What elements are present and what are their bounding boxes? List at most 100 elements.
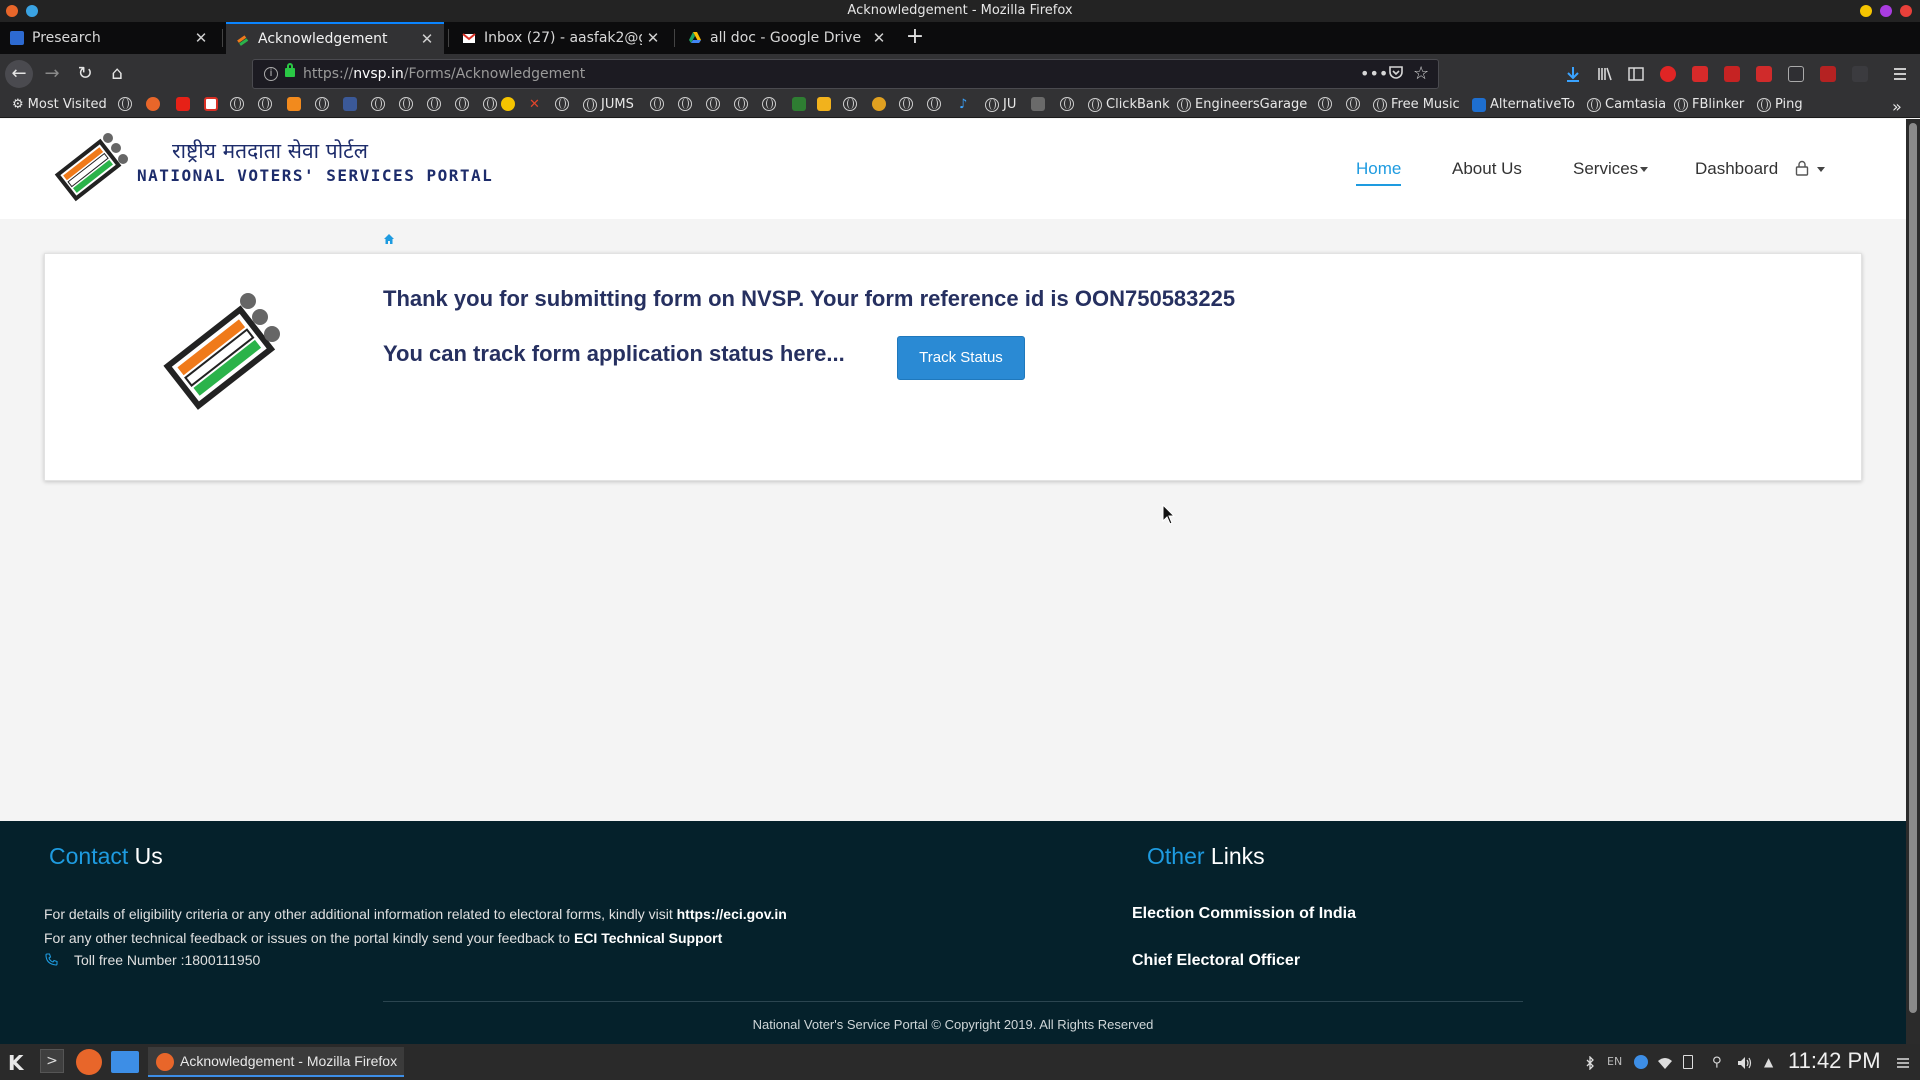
wifi-icon[interactable]: [1657, 1055, 1672, 1069]
paperclip-icon[interactable]: ⚲: [1712, 1055, 1726, 1070]
file-manager-icon[interactable]: [111, 1051, 139, 1073]
bookmark-globe[interactable]: [1060, 97, 1078, 111]
bookmark-globe[interactable]: [455, 97, 473, 111]
page-scrollbar[interactable]: [1906, 119, 1920, 1044]
maximize-button[interactable]: [1880, 5, 1892, 17]
clock[interactable]: 11:42 PM: [1788, 1048, 1881, 1074]
extension-pen-icon[interactable]: [1692, 66, 1708, 82]
bookmark-ju[interactable]: JU: [985, 97, 1016, 112]
keyboard-layout-indicator[interactable]: EN: [1607, 1055, 1622, 1068]
tab-acknowledgement[interactable]: Acknowledgement ✕: [226, 22, 444, 54]
page-actions-icon[interactable]: •••: [1360, 64, 1388, 83]
bookmark-globe[interactable]: [427, 97, 445, 111]
bookmark-globe[interactable]: [762, 97, 780, 111]
extension-red-icon[interactable]: [1660, 66, 1676, 82]
url-text[interactable]: https://nvsp.in/Forms/Acknowledgement: [303, 66, 585, 82]
bookmark-globe[interactable]: [483, 97, 501, 111]
bookmark-globe[interactable]: [843, 97, 861, 111]
address-bar[interactable]: i https://nvsp.in/Forms/Acknowledgement …: [252, 59, 1439, 89]
bookmark-globe[interactable]: [230, 97, 248, 111]
bookmark-colorful[interactable]: [872, 97, 890, 111]
close-tab-icon[interactable]: ✕: [416, 30, 438, 48]
tab-google-drive[interactable]: all doc - Google Drive ✕: [678, 22, 896, 54]
user-menu-chevron-icon[interactable]: [1817, 167, 1825, 172]
nav-about-us[interactable]: About Us: [1452, 159, 1522, 179]
pocket-icon[interactable]: [1388, 64, 1404, 84]
bookmark-emoji[interactable]: [501, 97, 519, 111]
eci-technical-support-link[interactable]: ECI Technical Support: [574, 930, 722, 946]
bookmark-free-music[interactable]: Free Music: [1373, 97, 1460, 112]
bookmark-firefox[interactable]: [146, 97, 164, 111]
battery-icon[interactable]: [1683, 1055, 1693, 1069]
bookmark-globe[interactable]: [706, 97, 724, 111]
bookmark-c[interactable]: [287, 97, 305, 111]
downloads-icon[interactable]: [1565, 66, 1581, 82]
nav-services[interactable]: Services: [1573, 159, 1649, 179]
bookmark-gmail[interactable]: [204, 97, 222, 111]
bookmark-jums[interactable]: JUMS: [583, 97, 634, 112]
bookmark-camtasia[interactable]: Camtasia: [1587, 97, 1666, 112]
tray-expand-icon[interactable]: ▲: [1764, 1055, 1778, 1069]
bookmark-globe[interactable]: [315, 97, 333, 111]
bookmark-engineersgarage[interactable]: EngineersGarage: [1177, 97, 1307, 112]
bookmark-globe[interactable]: [1318, 97, 1336, 111]
forward-button[interactable]: →: [38, 60, 66, 88]
bookmark-facebook[interactable]: [343, 97, 361, 111]
bookmark-ping[interactable]: Ping: [1757, 97, 1803, 112]
election-commission-link[interactable]: Election Commission of India: [1132, 905, 1356, 923]
library-icon[interactable]: [1597, 66, 1613, 82]
terminal-icon[interactable]: >: [40, 1049, 64, 1073]
back-button[interactable]: ←: [5, 60, 33, 88]
flash-extension-icon[interactable]: [1756, 66, 1772, 82]
bookmark-globe[interactable]: [371, 97, 389, 111]
bookmark-globe[interactable]: [118, 97, 136, 111]
bookmark-globe[interactable]: [1346, 97, 1364, 111]
eci-website-link[interactable]: https://eci.gov.in: [677, 906, 787, 922]
nav-dashboard[interactable]: Dashboard: [1695, 159, 1778, 179]
adblock-plus-icon[interactable]: [1724, 66, 1740, 82]
bluetooth-icon[interactable]: [1583, 1055, 1597, 1071]
bookmark-globe[interactable]: [899, 97, 917, 111]
accessibility-icon[interactable]: [1634, 1055, 1648, 1069]
extension-tool-icon[interactable]: [1788, 66, 1804, 82]
bookmark-grid[interactable]: [1031, 97, 1049, 111]
site-info-icon[interactable]: i: [264, 67, 278, 81]
bookmark-music[interactable]: ♪: [959, 97, 971, 112]
sidebar-icon[interactable]: [1628, 66, 1644, 82]
application-launcher-icon[interactable]: K: [8, 1051, 24, 1075]
bookmark-globe[interactable]: [258, 97, 276, 111]
close-tab-icon[interactable]: ✕: [642, 29, 664, 47]
scrollbar-thumb[interactable]: [1909, 123, 1917, 1013]
extension-screenshot-icon[interactable]: [1820, 66, 1836, 82]
firefox-launcher-icon[interactable]: [76, 1049, 102, 1075]
bookmark-fblinker[interactable]: FBlinker: [1674, 97, 1744, 112]
close-tab-icon[interactable]: ✕: [868, 29, 890, 47]
tab-presearch[interactable]: Presearch ✕: [0, 22, 218, 54]
close-tab-icon[interactable]: ✕: [190, 29, 212, 47]
bookmark-globe[interactable]: [650, 97, 668, 111]
tab-gmail-inbox[interactable]: Inbox (27) - aasfak2@gmail ✕: [452, 22, 670, 54]
new-tab-button[interactable]: +: [900, 22, 930, 54]
breadcrumb-home-icon[interactable]: [383, 233, 395, 245]
reload-button[interactable]: ↻: [71, 60, 99, 88]
bookmark-globe[interactable]: [927, 97, 945, 111]
bookmark-globe[interactable]: [734, 97, 752, 111]
bookmark-clickbank[interactable]: ClickBank: [1088, 97, 1170, 112]
home-button[interactable]: ⌂: [103, 60, 131, 88]
bookmark-youtube[interactable]: [176, 97, 194, 111]
bookmark-grammarly[interactable]: [817, 97, 835, 111]
close-window-button[interactable]: [1900, 5, 1912, 17]
bookmark-most-visited[interactable]: ⚙ Most Visited: [12, 97, 107, 112]
track-status-button[interactable]: Track Status: [897, 336, 1025, 380]
nvsp-logo-icon[interactable]: [50, 126, 130, 206]
user-account-icon[interactable]: [1795, 160, 1809, 176]
bookmark-green[interactable]: [792, 97, 810, 111]
bookmark-alternativeto[interactable]: AlternativeTo: [1472, 97, 1575, 112]
chief-electoral-officer-link[interactable]: Chief Electoral Officer: [1132, 952, 1300, 970]
bookmarks-overflow-icon[interactable]: »: [1892, 97, 1902, 116]
taskbar-menu-icon[interactable]: [1896, 1055, 1910, 1069]
minimize-button[interactable]: [1860, 5, 1872, 17]
taskbar-firefox-window[interactable]: Acknowledgement - Mozilla Firefox: [148, 1047, 404, 1077]
menu-hamburger-icon[interactable]: [1892, 66, 1908, 82]
volume-icon[interactable]: [1737, 1055, 1752, 1069]
